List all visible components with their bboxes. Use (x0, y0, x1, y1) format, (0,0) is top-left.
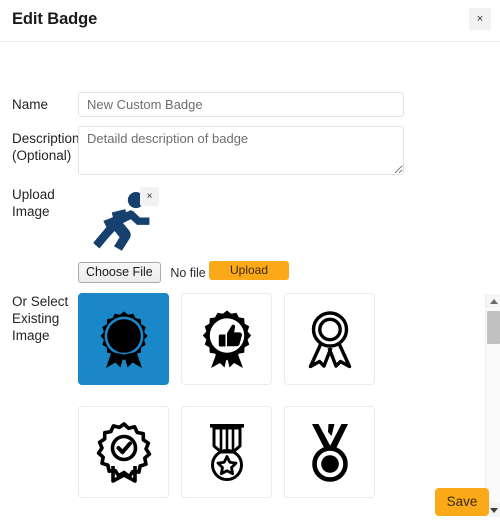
scrollbar-thumb[interactable] (487, 311, 500, 344)
badge-option-rosette-check[interactable] (78, 406, 169, 498)
badge-image-grid (78, 293, 393, 519)
description-label-line1: Description (12, 131, 80, 146)
medal-star-icon (209, 424, 244, 481)
select-label-line1: Or Select (12, 294, 69, 309)
remove-preview-icon[interactable]: × (140, 187, 159, 206)
badge-option-medal-star[interactable] (181, 406, 272, 498)
badge-option-medal-circle[interactable] (284, 406, 375, 498)
badge-option-thumbs-up-rosette[interactable] (181, 293, 272, 385)
upload-label-line2: Image (12, 204, 50, 219)
page-title: Edit Badge (12, 10, 98, 28)
badge-grid-row (78, 406, 393, 498)
scroll-up-arrow-icon[interactable] (486, 294, 500, 308)
modal-header: Edit Badge × (0, 0, 500, 42)
badge-option-rosette-ribbon-solid[interactable] (78, 293, 169, 385)
upload-preview: × (78, 186, 168, 258)
rosette-ribbon-solid-icon (99, 311, 148, 368)
name-label: Name (12, 97, 49, 112)
medal-circle-icon (311, 424, 348, 482)
badge-grid-row (78, 293, 393, 385)
upload-button[interactable]: Upload (209, 261, 289, 280)
description-label: Description (Optional) (12, 130, 80, 164)
thumbs-up-rosette-icon (202, 310, 251, 368)
description-textarea[interactable] (78, 126, 404, 175)
description-label-line2: (Optional) (12, 148, 72, 163)
award-ribbon-outline-icon (308, 311, 351, 369)
select-existing-label: Or Select Existing Image (12, 293, 76, 344)
close-icon[interactable]: × (469, 8, 491, 30)
badge-option-award-ribbon-outline[interactable] (284, 293, 375, 385)
badge-grid-scrollbar[interactable] (485, 294, 500, 517)
upload-image-label: Upload Image (12, 186, 76, 220)
select-label-line2: Existing (12, 311, 60, 326)
upload-label-line1: Upload (12, 187, 55, 202)
rosette-check-icon (96, 422, 151, 483)
select-label-line3: Image (12, 328, 50, 343)
save-button[interactable]: Save (435, 488, 489, 516)
choose-file-button[interactable]: Choose File (78, 262, 161, 283)
name-input[interactable] (78, 92, 404, 117)
